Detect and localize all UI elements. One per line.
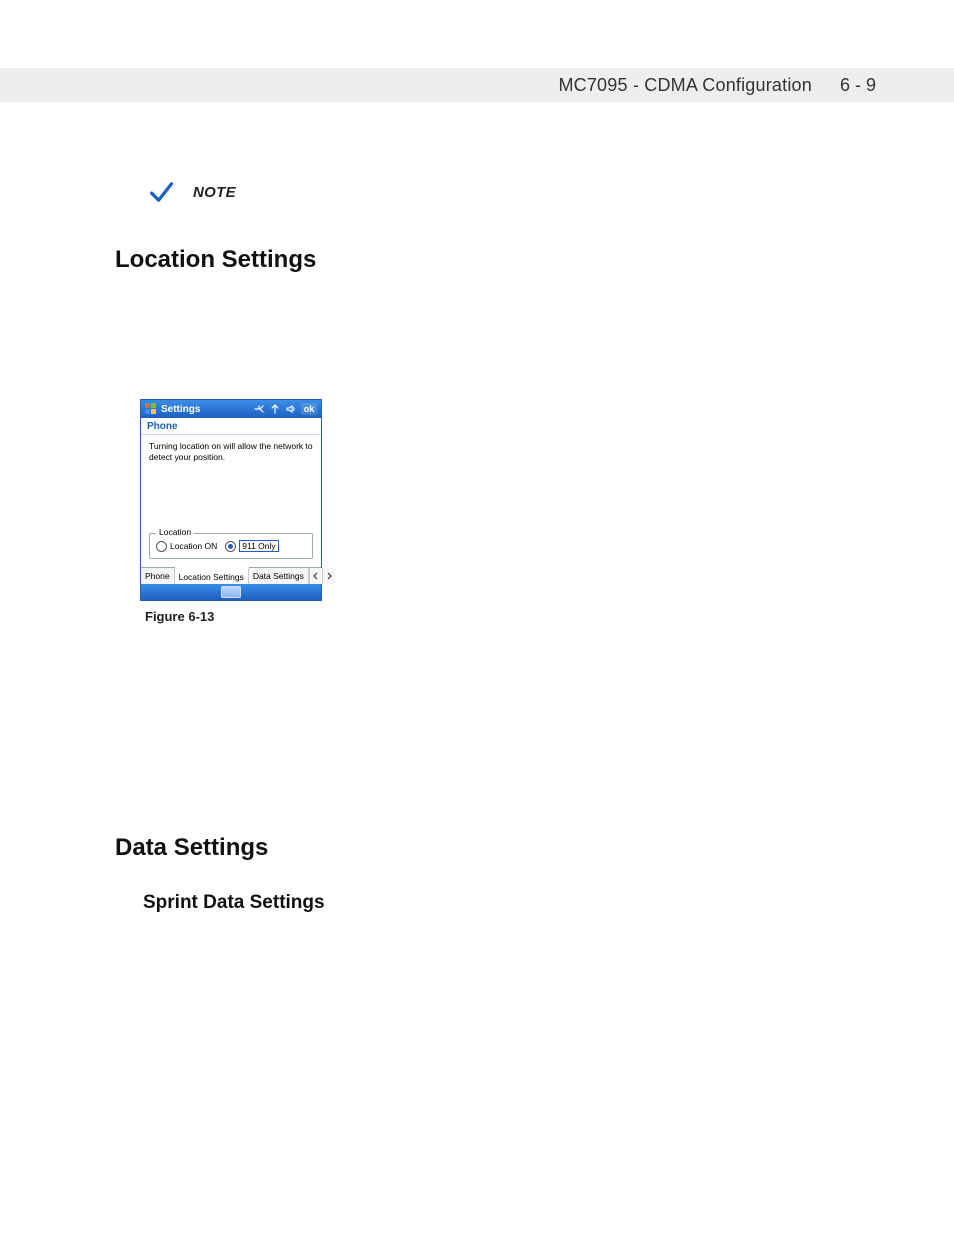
heading-data-settings: Data Settings [115, 834, 875, 862]
heading-sprint-data-settings: Sprint Data Settings [143, 892, 875, 914]
location-fieldset: Location Location ON 911 Only [149, 533, 313, 559]
signal-icon [269, 403, 281, 415]
checkmark-icon [147, 178, 175, 206]
device-body: Turning location on will allow the netwo… [141, 435, 321, 567]
keyboard-icon[interactable] [221, 586, 241, 598]
radio-location-on[interactable]: Location ON [156, 541, 217, 552]
page-header: MC7095 - CDMA Configuration 6 - 9 [0, 68, 954, 102]
tab-scroll-right[interactable] [322, 568, 335, 584]
tab-phone[interactable]: Phone [141, 568, 175, 584]
figure-caption: Figure 6-13 [145, 609, 875, 624]
radio-dot-icon [225, 541, 236, 552]
device-tabs: Phone Location Settings Data Settings [141, 567, 321, 584]
device-subtitle: Phone [141, 418, 321, 435]
device-footer [141, 584, 321, 600]
device-titlebar: Settings ok [141, 400, 321, 418]
device-title: Settings [161, 404, 253, 415]
lower-sections: Data Settings Sprint Data Settings [115, 834, 875, 914]
device-status-icons: ok [253, 403, 317, 415]
tab-data-settings[interactable]: Data Settings [249, 568, 309, 584]
page-content: NOTE Location Settings Settings [115, 120, 875, 914]
connectivity-icon [253, 403, 265, 415]
document-page: MC7095 - CDMA Configuration 6 - 9 NOTE L… [0, 0, 954, 1235]
windows-flag-icon [145, 403, 157, 415]
speaker-icon [285, 403, 297, 415]
radio-group: Location ON 911 Only [156, 540, 306, 552]
device-description: Turning location on will allow the netwo… [149, 441, 313, 462]
note-label: NOTE [193, 184, 236, 201]
header-page-number: 6 - 9 [840, 75, 876, 96]
heading-location-settings: Location Settings [115, 246, 875, 274]
tab-scroll-left[interactable] [309, 568, 322, 584]
radio-dot-icon [156, 541, 167, 552]
device-screenshot: Settings ok Phone Turning location on w [140, 399, 322, 601]
radio-label: 911 Only [239, 540, 278, 552]
note-block: NOTE [147, 178, 875, 206]
radio-label: Location ON [170, 541, 217, 551]
radio-911-only[interactable]: 911 Only [225, 540, 278, 552]
fieldset-legend: Location [156, 527, 194, 537]
tab-location-settings[interactable]: Location Settings [175, 567, 249, 584]
ok-button[interactable]: ok [301, 403, 317, 415]
header-title: MC7095 - CDMA Configuration [558, 75, 812, 96]
